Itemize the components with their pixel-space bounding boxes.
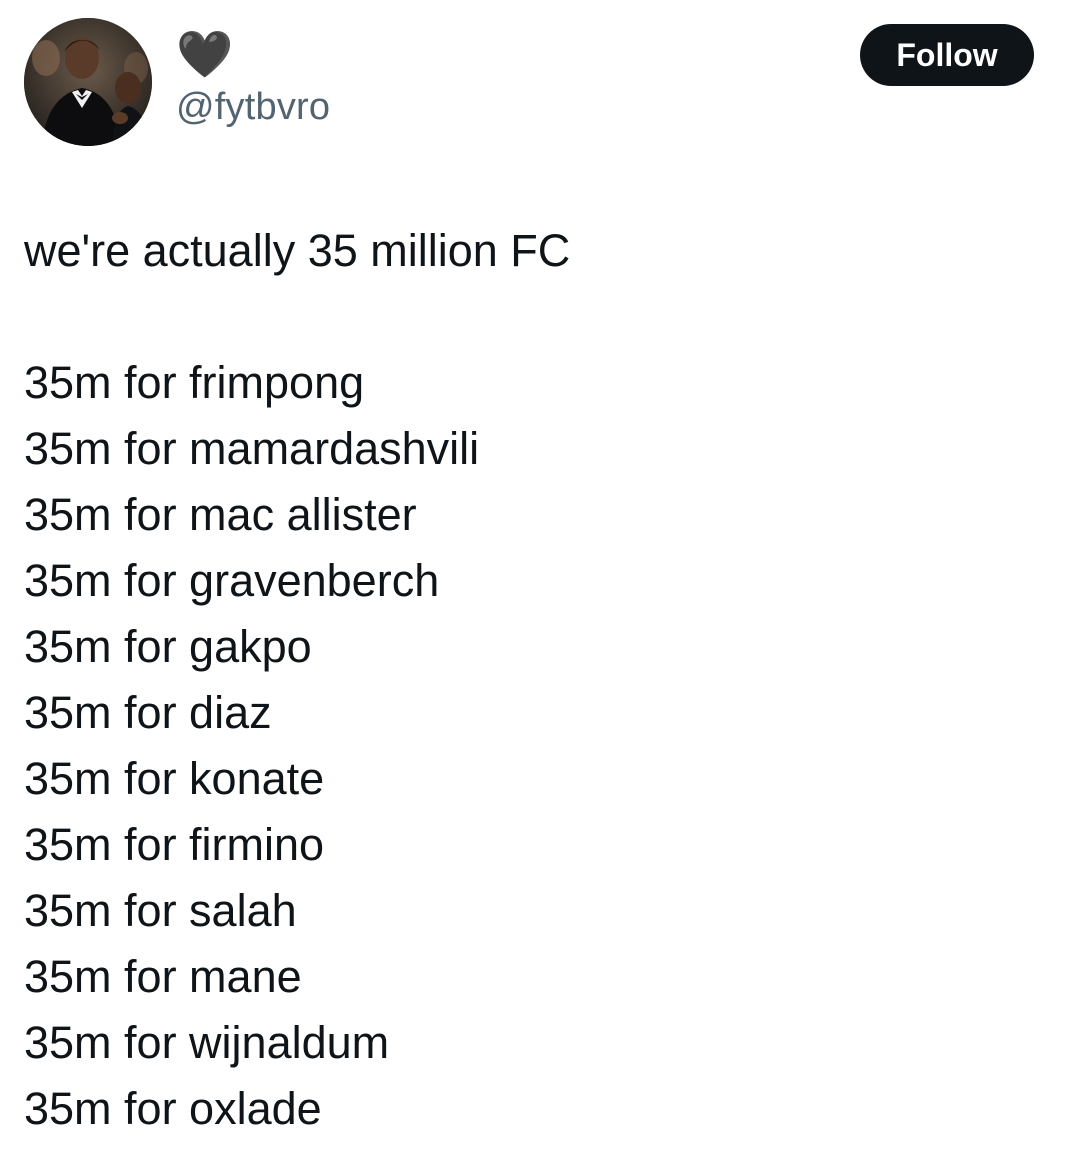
tweet-line: 35m for mamardashvili xyxy=(24,423,480,474)
user-handle[interactable]: @fytbvro xyxy=(176,86,330,129)
display-name[interactable]: 🖤 xyxy=(176,28,233,80)
tweet-line: 35m for firmino xyxy=(24,819,325,870)
tweet-line: 35m for mac allister xyxy=(24,489,417,540)
tweet-body: we're actually 35 million FC 35m for fri… xyxy=(24,218,1054,1142)
tweet-card: 🖤 @fytbvro Follow we're actually 35 mill… xyxy=(0,0,1080,1176)
tweet-line: 35m for frimpong xyxy=(24,357,365,408)
avatar-photo xyxy=(24,18,152,146)
tweet-line: 35m for diaz xyxy=(24,687,272,738)
follow-button[interactable]: Follow xyxy=(860,24,1034,86)
tweet-line: 35m for gravenberch xyxy=(24,555,440,606)
tweet-line: 35m for gakpo xyxy=(24,621,312,672)
black-heart-icon: 🖤 xyxy=(176,28,234,80)
tweet-line: 35m for konate xyxy=(24,753,325,804)
tweet-line: 35m for wijnaldum xyxy=(24,1017,390,1068)
tweet-line: 35m for mane xyxy=(24,951,302,1002)
avatar[interactable] xyxy=(24,18,152,146)
tweet-line: 35m for oxlade xyxy=(24,1083,322,1134)
tweet-headline: we're actually 35 million FC xyxy=(24,225,571,276)
tweet-line: 35m for salah xyxy=(24,885,297,936)
